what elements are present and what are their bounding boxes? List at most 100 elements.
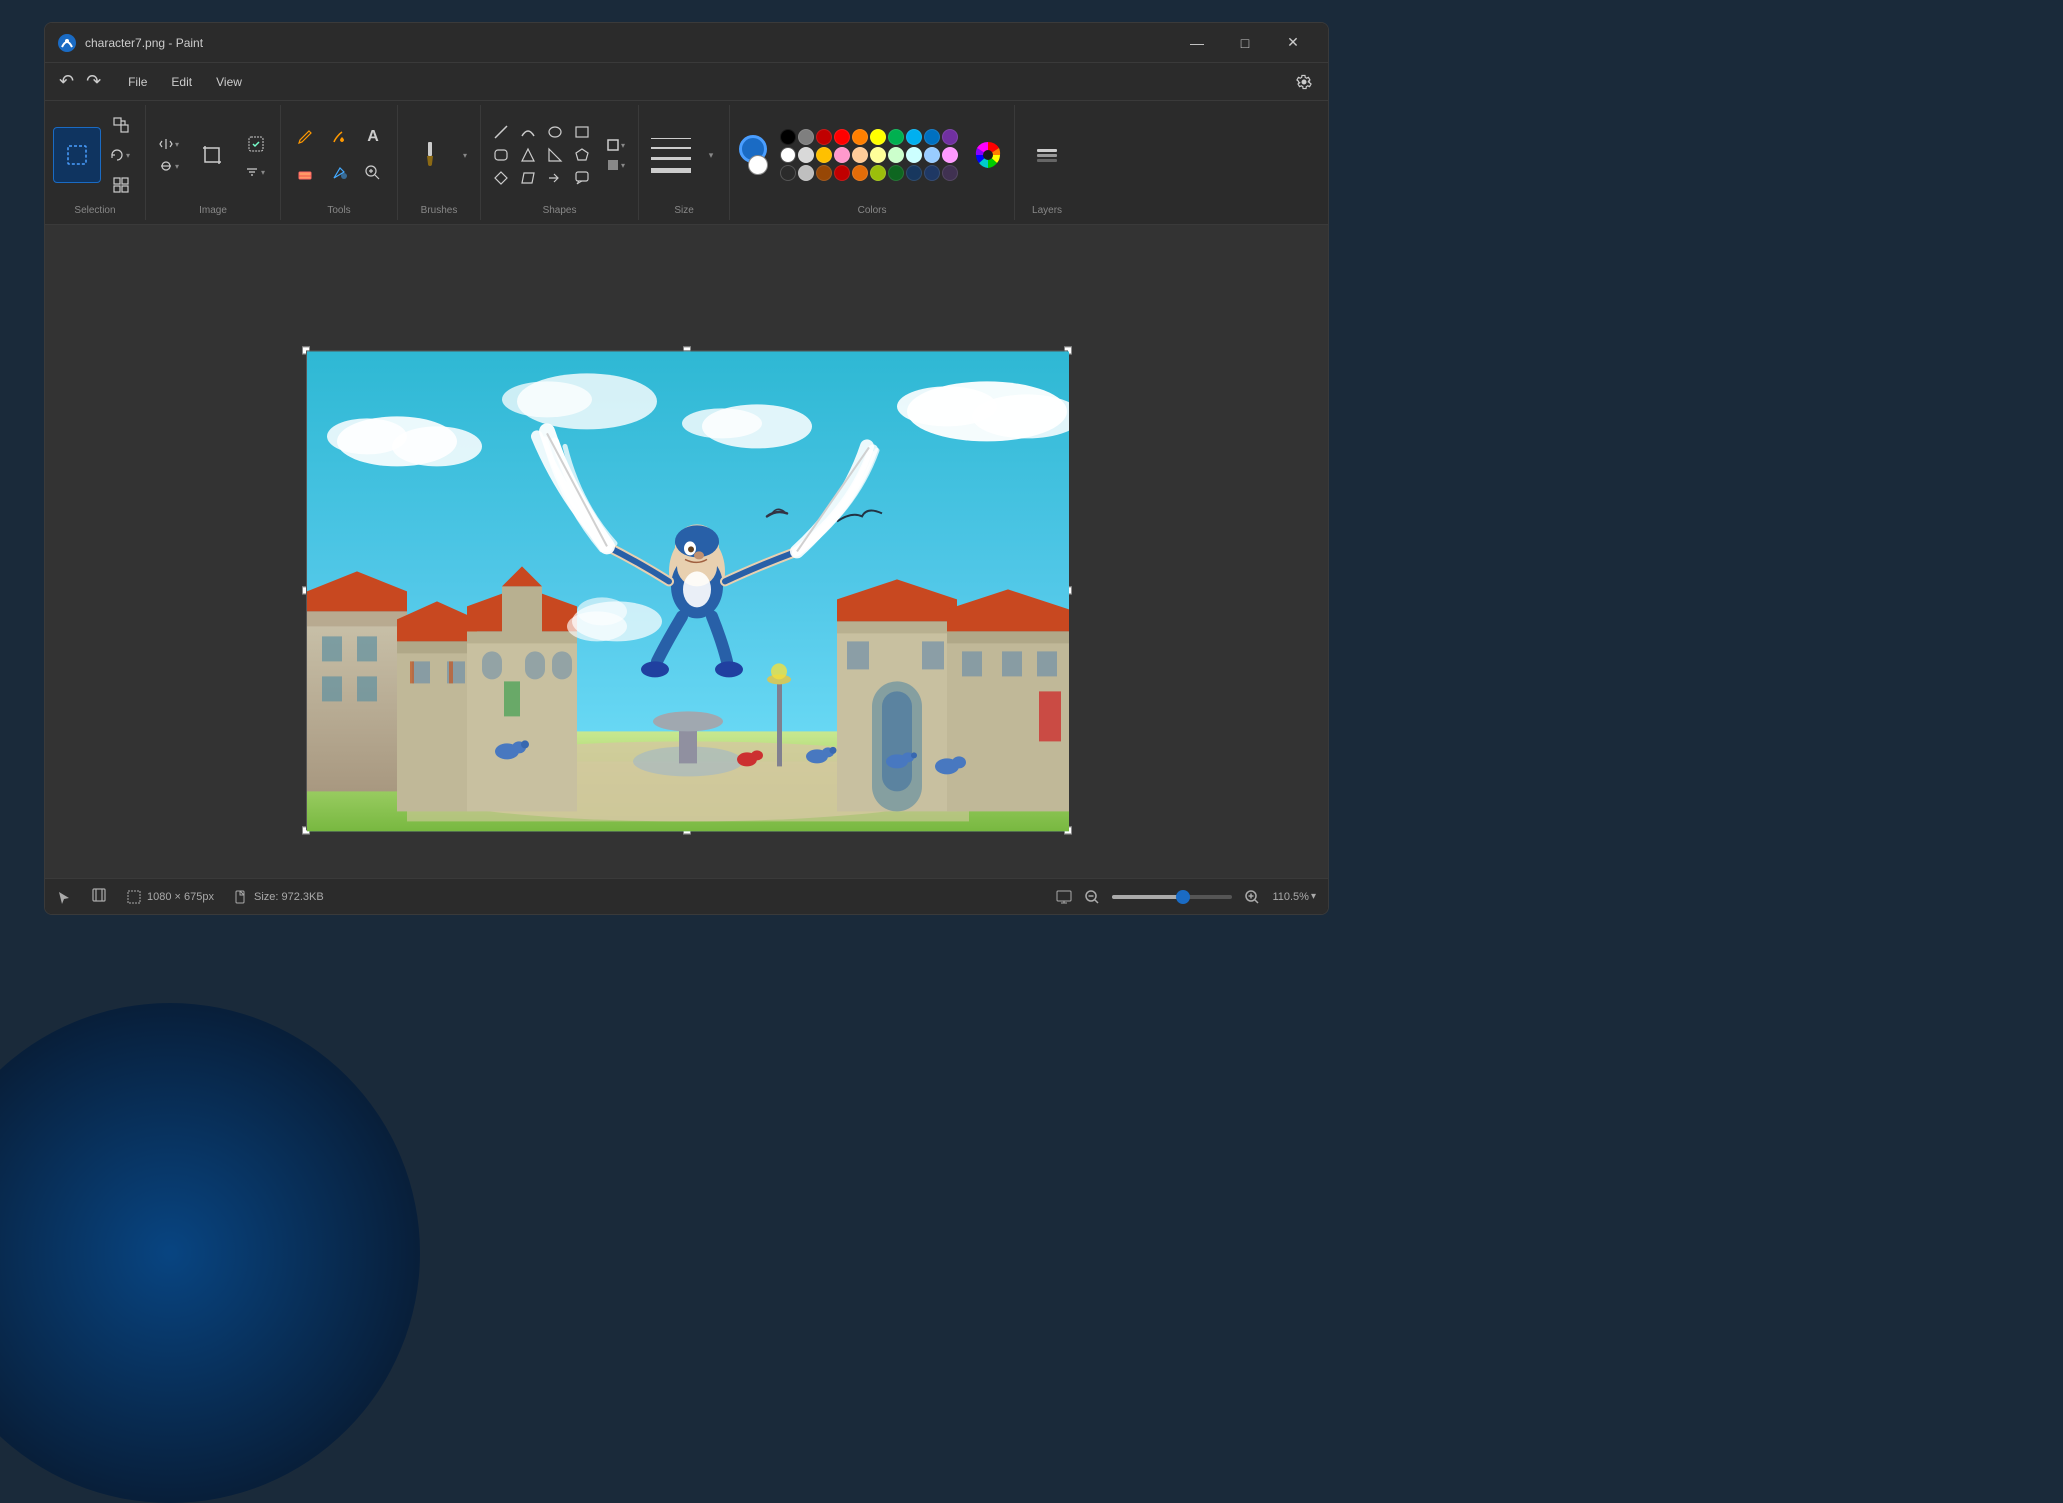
- color-wheel-button[interactable]: [970, 137, 1006, 173]
- fit-window-button[interactable]: [91, 887, 107, 906]
- statusbar: 1080 × 675px Size: 972.3KB: [45, 878, 1328, 914]
- size-line-1[interactable]: [651, 138, 691, 139]
- filters-button[interactable]: ▾: [240, 162, 272, 182]
- swatch-dark-blue[interactable]: [906, 165, 922, 181]
- redo-button[interactable]: ↷: [80, 69, 107, 94]
- flip-button[interactable]: ▾: [154, 134, 184, 154]
- shape-curve-button[interactable]: [516, 122, 540, 142]
- brush-type-button[interactable]: ▾: [458, 148, 472, 163]
- text-button[interactable]: A: [357, 121, 389, 153]
- swatch-transparent[interactable]: [780, 165, 796, 181]
- shape-rounded-rect-button[interactable]: [489, 145, 513, 165]
- close-button[interactable]: ✕: [1270, 28, 1316, 58]
- menu-file[interactable]: File: [116, 71, 159, 93]
- settings-button[interactable]: [1288, 66, 1320, 98]
- outline-button[interactable]: ▾: [602, 136, 630, 154]
- fill-button[interactable]: [323, 121, 355, 153]
- colors-label: Colors: [858, 205, 887, 216]
- size-content: ▾: [647, 109, 721, 201]
- size-dropdown-button[interactable]: ▾: [701, 125, 721, 185]
- minimize-button[interactable]: —: [1174, 28, 1220, 58]
- menu-view[interactable]: View: [204, 71, 254, 93]
- menu-edit[interactable]: Edit: [159, 71, 204, 93]
- shape-diamond-button[interactable]: [489, 168, 513, 188]
- zoom-out-button[interactable]: [1080, 885, 1104, 909]
- shapes-label: Shapes: [543, 205, 577, 216]
- zoom-slider-thumb[interactable]: [1176, 890, 1190, 904]
- ribbon-group-colors: Colors: [730, 105, 1015, 220]
- swatch-white[interactable]: [780, 147, 796, 163]
- rotate-button[interactable]: ▾: [105, 145, 137, 165]
- cursor-icon: [57, 890, 71, 904]
- shape-pentagon-button[interactable]: [570, 145, 594, 165]
- layers-button[interactable]: [1023, 127, 1071, 183]
- swatch-light-blue[interactable]: [924, 147, 940, 163]
- selection-tools: ▾: [53, 109, 137, 201]
- swatch-dark-orange[interactable]: [852, 165, 868, 181]
- select-all-button[interactable]: [105, 169, 137, 201]
- swatch-brown[interactable]: [816, 165, 832, 181]
- swatch-yellow-green[interactable]: [870, 165, 886, 181]
- brush-main-button[interactable]: [406, 127, 454, 183]
- swatch-dark-red2[interactable]: [834, 165, 850, 181]
- size-label: Size: [674, 205, 693, 216]
- swatch-dark-green[interactable]: [888, 165, 904, 181]
- fill-type-button[interactable]: ▾: [602, 156, 630, 174]
- shape-callout-button[interactable]: [570, 168, 594, 188]
- swatch-navy[interactable]: [924, 165, 940, 181]
- swatch-gold[interactable]: [816, 147, 832, 163]
- swatch-orange[interactable]: [852, 129, 868, 145]
- resize-button[interactable]: [105, 109, 137, 141]
- swatch-dark-red[interactable]: [816, 129, 832, 145]
- zoom-slider[interactable]: [1112, 895, 1232, 899]
- shape-line-button[interactable]: [489, 122, 513, 142]
- ai-select-button[interactable]: [240, 128, 272, 160]
- swatch-pink[interactable]: [834, 147, 850, 163]
- swatch-blue[interactable]: [924, 129, 940, 145]
- swatch-medium-gray[interactable]: [798, 165, 814, 181]
- swatch-black[interactable]: [780, 129, 796, 145]
- maximize-button[interactable]: □: [1222, 28, 1268, 58]
- swatch-yellow[interactable]: [870, 129, 886, 145]
- pencil-button[interactable]: [289, 121, 321, 153]
- ribbon-group-size: ▾ Size: [639, 105, 730, 220]
- swatch-gray[interactable]: [798, 129, 814, 145]
- size-line-2[interactable]: [651, 147, 691, 149]
- adjust-button[interactable]: ▾: [154, 156, 184, 176]
- swatch-green[interactable]: [888, 129, 904, 145]
- shape-triangle-button[interactable]: [516, 145, 540, 165]
- swatch-light-green[interactable]: [888, 147, 904, 163]
- undo-button[interactable]: ↶: [53, 69, 80, 94]
- swatch-cyan[interactable]: [906, 129, 922, 145]
- swatch-light-cyan[interactable]: [906, 147, 922, 163]
- swatch-dark-purple[interactable]: [942, 165, 958, 181]
- shape-rect-button[interactable]: [570, 122, 594, 142]
- swatch-light-gray[interactable]: [798, 147, 814, 163]
- swatch-red[interactable]: [834, 129, 850, 145]
- selection-rect-button[interactable]: [53, 127, 101, 183]
- shape-arrow-button[interactable]: [543, 168, 567, 188]
- ribbon-group-image: ▾ ▾: [146, 105, 281, 220]
- shape-oval-button[interactable]: [543, 122, 567, 142]
- filesize-item: Size: 972.3KB: [234, 890, 324, 904]
- color-picker-button[interactable]: [323, 157, 355, 189]
- zoom-tool-button[interactable]: [357, 157, 389, 189]
- size-line-4[interactable]: [651, 168, 691, 173]
- zoom-dropdown-button[interactable]: ▾: [1311, 891, 1316, 902]
- size-line-3[interactable]: [651, 157, 691, 160]
- shape-parallelogram-button[interactable]: [516, 168, 540, 188]
- eraser-button[interactable]: [289, 157, 321, 189]
- swatch-light-purple[interactable]: [942, 147, 958, 163]
- crop-button[interactable]: [188, 127, 236, 183]
- zoom-in-button[interactable]: [1240, 885, 1264, 909]
- swatches-row1: [780, 129, 958, 145]
- swatch-purple[interactable]: [942, 129, 958, 145]
- shape-right-triangle-button[interactable]: [543, 145, 567, 165]
- swatch-peach[interactable]: [852, 147, 868, 163]
- canvas-area[interactable]: [45, 225, 1328, 878]
- layers-content: [1023, 109, 1071, 201]
- dimensions-icon: [127, 890, 141, 904]
- swatch-light-yellow[interactable]: [870, 147, 886, 163]
- background-color[interactable]: [748, 155, 768, 175]
- ribbon-group-shapes: ▾ ▾ Shapes: [481, 105, 639, 220]
